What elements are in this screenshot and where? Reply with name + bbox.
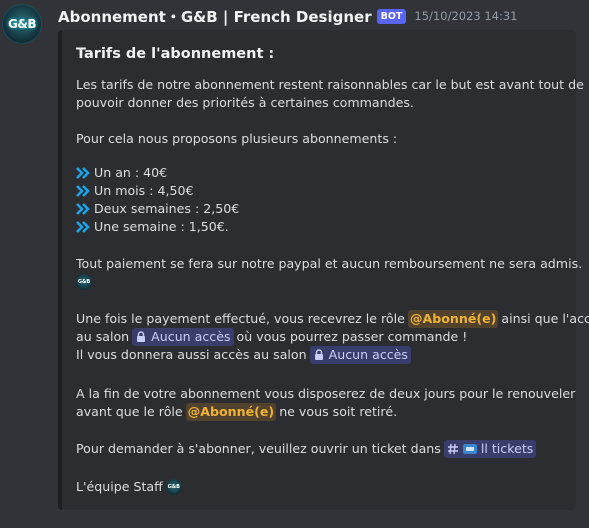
renew-line-2: avant que le rôle @Abonné(e) ne vous soi… xyxy=(76,403,397,421)
signature: L'équipe Staff xyxy=(76,479,163,494)
gb-logo-emoji: G&B xyxy=(76,274,92,290)
renew-line-1: A la fin de votre abonnement vous dispos… xyxy=(76,386,576,401)
role-line-1: Une fois le payement effectué, vous rece… xyxy=(76,310,589,328)
offers-intro: Pour cela nous proposons plusieurs abonn… xyxy=(76,131,398,146)
locked-channel-label: Aucun accès xyxy=(328,347,408,362)
tickets-channel-label: ll tickets xyxy=(480,441,534,456)
offer-item: Un mois : 4,50€ xyxy=(76,182,194,200)
message-header: Abonnement・G&B | French Designer BOT 15/… xyxy=(58,6,518,26)
renew-line-2-a: avant que le rôle xyxy=(76,404,183,419)
username[interactable]: Abonnement・G&B | French Designer xyxy=(58,6,372,27)
signature-line: L'équipe Staff G&B xyxy=(76,478,182,496)
locked-channel-link[interactable]: Aucun accès xyxy=(132,328,234,346)
emoji-text: G&B xyxy=(167,484,180,490)
role-mention[interactable]: @Abonné(e) xyxy=(185,403,277,421)
lock-icon xyxy=(314,349,323,360)
role-line-2-b: où vous pourrez passer commande ! xyxy=(236,329,468,344)
offer-label: Un mois : 4,50€ xyxy=(94,183,194,198)
access-line-a: Il vous donnera aussi accès au salon xyxy=(76,347,307,362)
emoji-text: G&B xyxy=(77,279,91,285)
offer-item: Une semaine : 1,50€. xyxy=(76,218,229,236)
offer-label: Une semaine : 1,50€. xyxy=(94,219,229,234)
role-line-2-a: au salon xyxy=(76,329,130,344)
ticket-icon xyxy=(462,444,477,454)
double-chevron-right-icon xyxy=(76,203,90,215)
role-line-2: au salon Aucun accès où vous pourrez pas… xyxy=(76,328,467,346)
tickets-channel-link[interactable]: ll tickets xyxy=(443,440,537,458)
gb-logo-emoji: G&B xyxy=(165,479,182,495)
embed: Tarifs de l'abonnement : Les tarifs de n… xyxy=(58,30,589,510)
role-line-1-a: Une fois le payement effectué, vous rece… xyxy=(76,311,405,326)
role-line-1-b: ainsi que l'accès xyxy=(501,311,589,326)
ticket-line: Pour demander à s'abonner, veuillez ouvr… xyxy=(76,440,539,458)
double-chevron-right-icon xyxy=(76,221,90,233)
avatar-text: G&B xyxy=(8,17,36,31)
ticket-line-a: Pour demander à s'abonner, veuillez ouvr… xyxy=(76,441,441,456)
offer-item: Deux semaines : 2,50€ xyxy=(76,200,239,218)
intro-line-2: pouvoir donner des priorités à certaines… xyxy=(76,95,414,110)
emoji-row: G&B xyxy=(76,274,92,290)
embed-title: Tarifs de l'abonnement : xyxy=(76,46,275,62)
bot-avatar[interactable]: G&B xyxy=(2,4,42,44)
intro-line-1: Les tarifs de notre abonnement restent r… xyxy=(76,77,584,92)
bot-tag: BOT xyxy=(376,8,407,24)
offer-label: Un an : 40€ xyxy=(94,165,168,180)
double-chevron-right-icon xyxy=(76,185,90,197)
double-chevron-right-icon xyxy=(76,167,90,179)
lock-icon xyxy=(137,331,146,342)
payment-line: Tout paiement se fera sur notre paypal e… xyxy=(76,256,583,271)
role-mention[interactable]: @Abonné(e) xyxy=(407,310,499,328)
timestamp[interactable]: 15/10/2023 14:31 xyxy=(414,9,517,23)
offer-label: Deux semaines : 2,50€ xyxy=(94,201,240,216)
hash-icon xyxy=(447,443,458,455)
renew-line-2-b: ne vous soit retiré. xyxy=(279,404,398,419)
locked-channel-link[interactable]: Aucun accès xyxy=(309,346,411,364)
access-line: Il vous donnera aussi accès au salon Auc… xyxy=(76,346,414,364)
locked-channel-label: Aucun accès xyxy=(151,329,231,344)
offer-item: Un an : 40€ xyxy=(76,164,167,182)
